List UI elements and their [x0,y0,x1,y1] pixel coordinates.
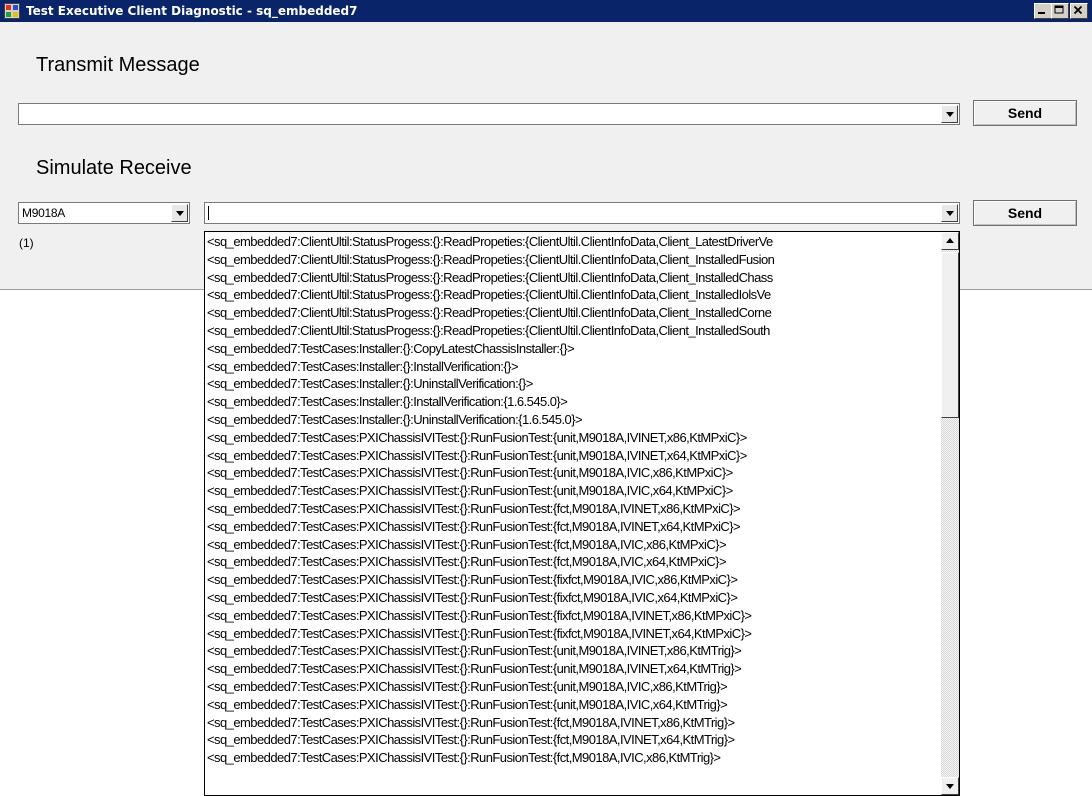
receive-dropdown-button[interactable] [941,204,958,222]
list-item[interactable]: <sq_embedded7:TestCases:PXIChassisIVITes… [205,518,942,536]
transmit-section-label: Transmit Message [36,54,200,76]
list-item[interactable]: <sq_embedded7:TestCases:PXIChassisIVITes… [205,589,942,607]
list-item[interactable]: <sq_embedded7:TestCases:PXIChassisIVITes… [205,678,942,696]
list-item[interactable]: <sq_embedded7:ClientUltil:StatusProgess:… [205,269,942,287]
text-caret [208,206,209,220]
title-bar[interactable]: Test Executive Client Diagnostic - sq_em… [0,0,1092,22]
minimize-button[interactable] [1034,3,1052,19]
scroll-up-button[interactable] [941,232,959,250]
list-item[interactable]: <sq_embedded7:TestCases:PXIChassisIVITes… [205,500,942,518]
chevron-down-icon [946,112,954,117]
transmit-dropdown-button[interactable] [941,105,958,123]
list-item[interactable]: <sq_embedded7:TestCases:PXIChassisIVITes… [205,749,942,767]
scroll-up-icon [946,238,954,243]
close-icon [1073,5,1083,15]
minimize-icon [1038,12,1045,14]
list-item[interactable]: <sq_embedded7:TestCases:PXIChassisIVITes… [205,536,942,554]
scroll-down-button[interactable] [941,777,959,795]
chevron-down-icon [946,211,954,216]
list-item[interactable]: <sq_embedded7:TestCases:Installer:{}:Uni… [205,411,942,429]
message-count-label: (1) [19,236,34,250]
scrollbar-thumb[interactable] [941,252,959,418]
list-item[interactable]: <sq_embedded7:TestCases:PXIChassisIVITes… [205,571,942,589]
list-item[interactable]: <sq_embedded7:TestCases:PXIChassisIVITes… [205,660,942,678]
maximize-button[interactable] [1051,3,1069,19]
list-item[interactable]: <sq_embedded7:ClientUltil:StatusProgess:… [205,233,942,251]
list-item[interactable]: <sq_embedded7:TestCases:PXIChassisIVITes… [205,696,942,714]
transmit-message-combo[interactable] [18,103,960,125]
transmit-send-button[interactable]: Send [973,100,1077,126]
scroll-down-icon [946,784,954,789]
list-item[interactable]: <sq_embedded7:TestCases:Installer:{}:Uni… [205,375,942,393]
receive-section-label: Simulate Receive [36,157,192,179]
device-select[interactable]: M9018A [18,202,190,224]
close-button[interactable] [1070,3,1088,19]
list-item[interactable]: <sq_embedded7:TestCases:PXIChassisIVITes… [205,731,942,749]
chevron-down-icon [176,211,184,216]
list-item[interactable]: <sq_embedded7:TestCases:PXIChassisIVITes… [205,482,942,500]
list-scrollbar[interactable] [941,232,959,795]
list-item[interactable]: <sq_embedded7:TestCases:PXIChassisIVITes… [205,714,942,732]
list-item[interactable]: <sq_embedded7:ClientUltil:StatusProgess:… [205,322,942,340]
device-dropdown-button[interactable] [171,204,188,222]
list-item[interactable]: <sq_embedded7:TestCases:PXIChassisIVITes… [205,553,942,571]
list-item[interactable]: <sq_embedded7:TestCases:PXIChassisIVITes… [205,429,942,447]
list-item[interactable]: <sq_embedded7:TestCases:Installer:{}:Cop… [205,340,942,358]
list-item[interactable]: <sq_embedded7:ClientUltil:StatusProgess:… [205,251,942,269]
list-item[interactable]: <sq_embedded7:TestCases:PXIChassisIVITes… [205,607,942,625]
receive-message-dropdown-list[interactable]: <sq_embedded7:ClientUltil:StatusProgess:… [204,231,960,796]
maximize-icon [1054,5,1064,14]
list-item[interactable]: <sq_embedded7:TestCases:PXIChassisIVITes… [205,642,942,660]
list-item[interactable]: <sq_embedded7:TestCases:Installer:{}:Ins… [205,358,942,376]
dropdown-items: <sq_embedded7:ClientUltil:StatusProgess:… [205,233,942,767]
window-title: Test Executive Client Diagnostic - sq_em… [26,4,358,18]
app-window-icon [4,3,20,19]
receive-send-button[interactable]: Send [973,200,1077,226]
window-controls [1034,3,1088,19]
list-item[interactable]: <sq_embedded7:TestCases:Installer:{}:Ins… [205,393,942,411]
list-item[interactable]: <sq_embedded7:TestCases:PXIChassisIVITes… [205,447,942,465]
list-item[interactable]: <sq_embedded7:TestCases:PXIChassisIVITes… [205,625,942,643]
list-item[interactable]: <sq_embedded7:TestCases:PXIChassisIVITes… [205,464,942,482]
list-item[interactable]: <sq_embedded7:ClientUltil:StatusProgess:… [205,304,942,322]
receive-message-combo[interactable] [204,202,960,224]
list-item[interactable]: <sq_embedded7:ClientUltil:StatusProgess:… [205,286,942,304]
device-select-value: M9018A [22,206,65,220]
